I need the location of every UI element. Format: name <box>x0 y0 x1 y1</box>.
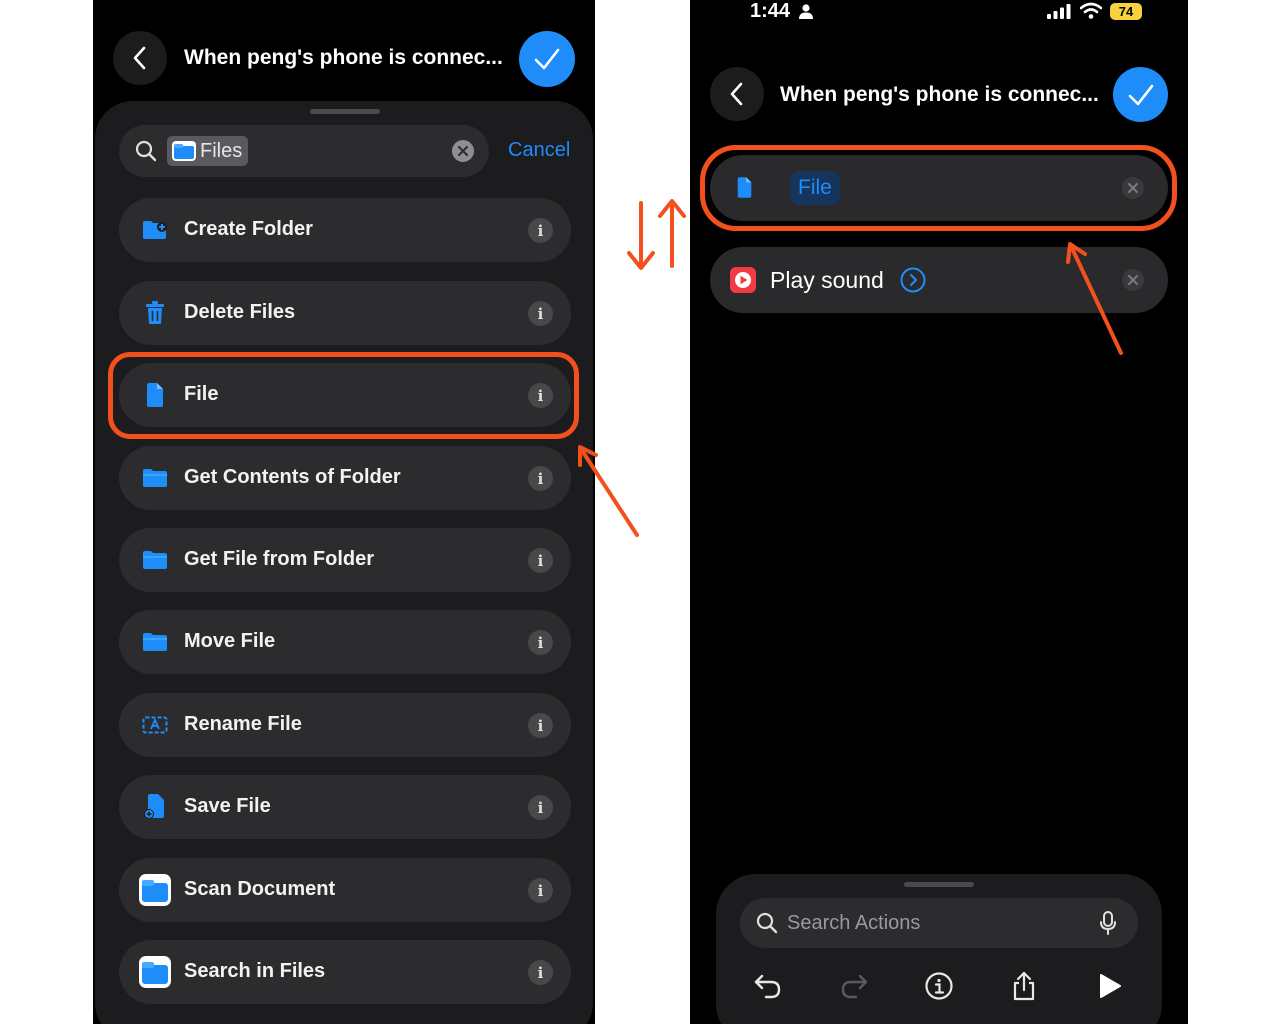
pointer-arrow-left <box>578 445 639 537</box>
annotation-overlay <box>578 199 1123 537</box>
pointer-arrow-right <box>1066 242 1123 355</box>
swap-arrows-icon <box>627 199 686 270</box>
